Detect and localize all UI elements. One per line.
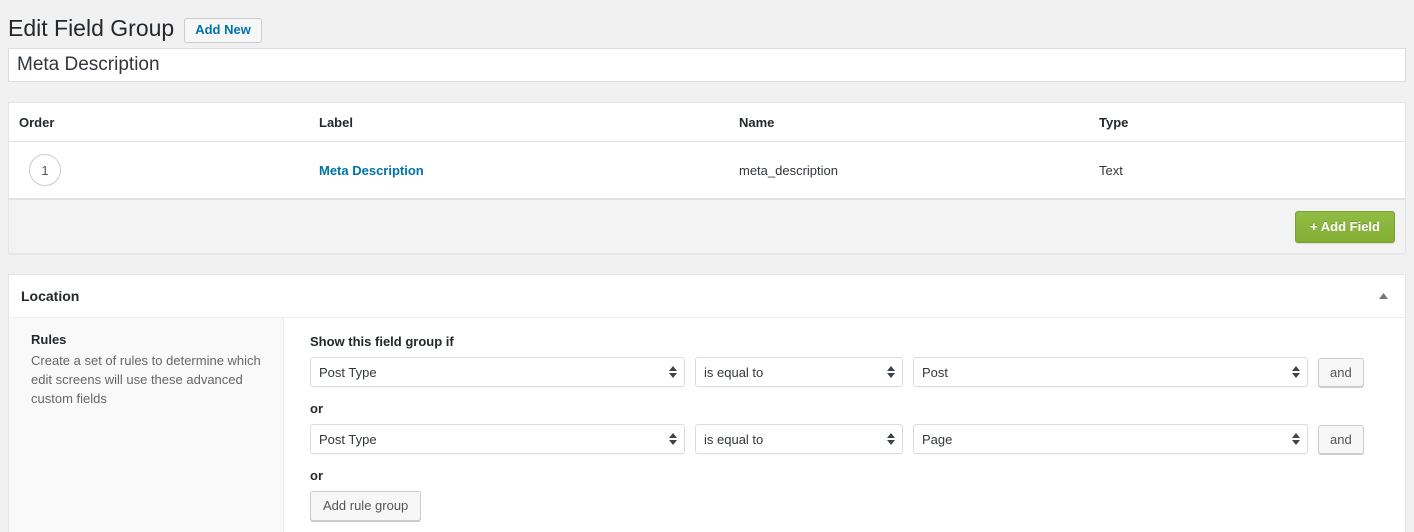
- rule-param-value-1: Post Type: [319, 364, 377, 380]
- rule-value-select-2[interactable]: Page: [913, 424, 1308, 454]
- location-metabox-title: Location: [21, 288, 80, 304]
- column-header-label: Label: [309, 103, 729, 142]
- rule-row: Post Type is equal to Post and: [310, 357, 1391, 387]
- rule-param-value-2: Post Type: [319, 431, 377, 447]
- rules-sidebar-description: Create a set of rules to determine which…: [31, 353, 261, 406]
- rule-value-select-1[interactable]: Post: [913, 357, 1308, 387]
- add-rule-group-button[interactable]: Add rule group: [310, 491, 422, 521]
- stepper-arrows-icon: [669, 433, 677, 445]
- add-new-button[interactable]: Add New: [184, 17, 262, 43]
- cell-order: 1: [9, 141, 309, 199]
- rules-main-heading: Show this field group if: [310, 334, 454, 349]
- add-and-rule-button-2[interactable]: and: [1318, 424, 1364, 454]
- column-header-name: Name: [729, 103, 1089, 142]
- fields-metabox: Order Label Name Type 1 Meta Description…: [8, 102, 1406, 254]
- stepper-arrows-icon: [669, 366, 677, 378]
- stepper-arrows-icon: [887, 433, 895, 445]
- add-field-button[interactable]: + Add Field: [1295, 210, 1395, 243]
- column-header-type: Type: [1089, 103, 1405, 142]
- table-header-row: Order Label Name Type: [9, 103, 1405, 142]
- fields-table: Order Label Name Type 1 Meta Description…: [9, 103, 1405, 199]
- location-metabox: Location Rules Create a set of rules to …: [8, 274, 1406, 532]
- order-badge[interactable]: 1: [29, 154, 61, 186]
- rule-row: Post Type is equal to Page and: [310, 424, 1391, 454]
- field-label-link[interactable]: Meta Description: [319, 163, 424, 178]
- stepper-arrows-icon: [1292, 433, 1300, 445]
- field-group-title-input[interactable]: [8, 48, 1406, 82]
- rule-operator-value-2: is equal to: [704, 431, 764, 447]
- chevron-up-icon[interactable]: [1373, 286, 1393, 306]
- location-metabox-header[interactable]: Location: [9, 275, 1405, 318]
- rule-operator-value-1: is equal to: [704, 364, 764, 380]
- add-and-rule-button-1[interactable]: and: [1318, 357, 1364, 387]
- rule-value-value-1: Post: [922, 364, 949, 380]
- rules-sidebar: Rules Create a set of rules to determine…: [9, 318, 284, 532]
- rules-main: Show this field group if Post Type is eq…: [284, 318, 1405, 532]
- rule-operator-select-2[interactable]: is equal to: [695, 424, 903, 454]
- cell-label: Meta Description: [309, 141, 729, 199]
- stepper-arrows-icon: [887, 366, 895, 378]
- column-header-order: Order: [9, 103, 309, 142]
- rule-value-value-2: Page: [922, 431, 953, 447]
- fields-table-head: Order Label Name Type: [9, 103, 1405, 142]
- rule-param-select-2[interactable]: Post Type: [310, 424, 685, 454]
- cell-type: Text: [1089, 141, 1405, 199]
- table-row[interactable]: 1 Meta Description meta_description Text: [9, 141, 1405, 199]
- page-header: Edit Field Group Add New: [0, 0, 1414, 48]
- location-metabox-body: Rules Create a set of rules to determine…: [9, 318, 1405, 532]
- rule-param-select-1[interactable]: Post Type: [310, 357, 685, 387]
- or-label-2: or: [310, 468, 323, 483]
- rule-operator-select-1[interactable]: is equal to: [695, 357, 903, 387]
- fields-table-body: 1 Meta Description meta_description Text: [9, 141, 1405, 199]
- stepper-arrows-icon: [1292, 366, 1300, 378]
- page-title: Edit Field Group: [8, 15, 175, 41]
- cell-name: meta_description: [729, 141, 1089, 199]
- fields-footer-toolbar: + Add Field: [9, 199, 1405, 253]
- or-label-1: or: [310, 401, 323, 416]
- rules-sidebar-heading: Rules: [31, 332, 67, 347]
- title-field-wrapper: [0, 48, 1414, 82]
